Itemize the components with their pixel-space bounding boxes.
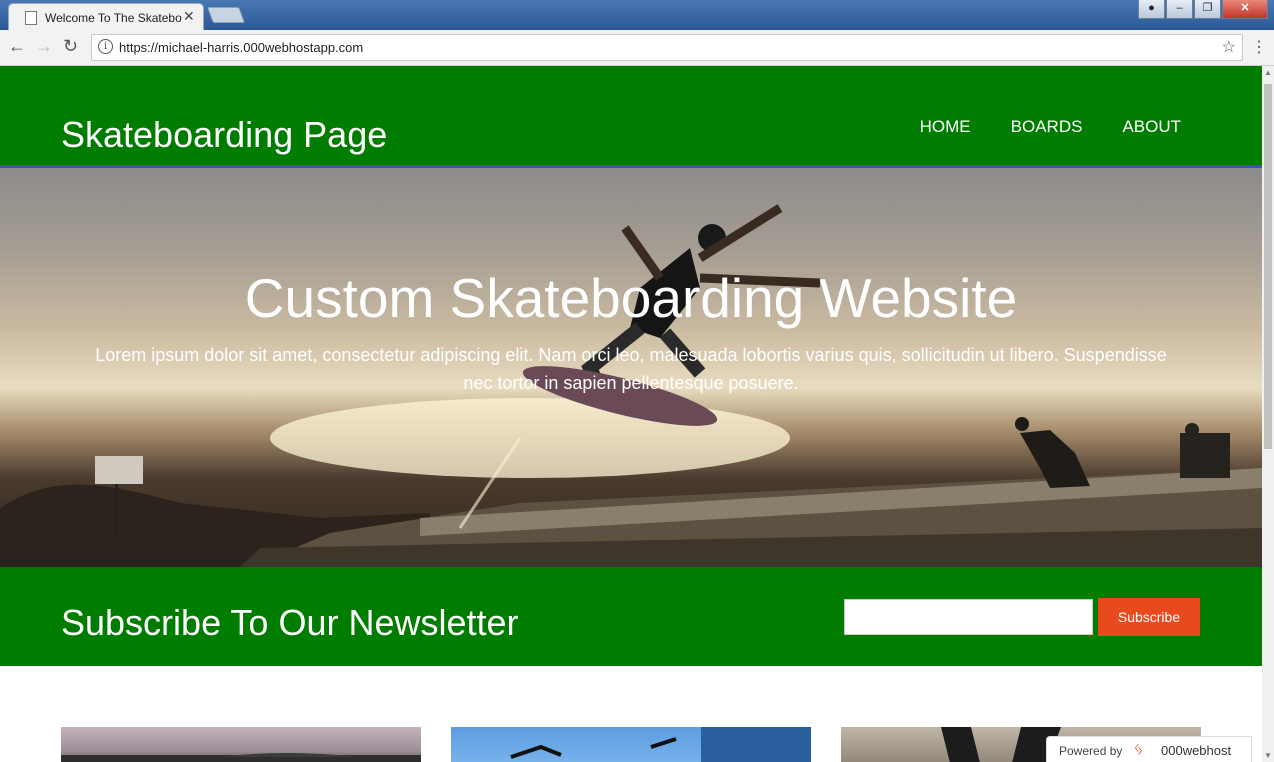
hero-title: Custom Skateboarding Website [244, 267, 1018, 329]
maximize-button[interactable]: ❐ [1194, 0, 1221, 19]
bookmark-star-icon[interactable]: ☆ [1222, 37, 1236, 57]
scroll-up-icon[interactable]: ▲ [1264, 68, 1272, 77]
browser-tabstrip: Welcome To The Skatebo ✕ ● – ❐ ✕ [0, 0, 1274, 31]
close-window-button[interactable]: ✕ [1222, 0, 1268, 19]
browser-toolbar: ← → ↻ i https://michael-harris.000webhos… [0, 30, 1274, 66]
forward-arrow-icon[interactable]: → [35, 36, 53, 57]
page-scrollbar[interactable]: ▲ ▼ [1262, 66, 1274, 762]
board-image-2[interactable] [451, 727, 811, 762]
user-icon[interactable]: ● [1138, 0, 1165, 19]
menu-icon[interactable]: ⋮ [1251, 37, 1267, 57]
scrollbar-thumb[interactable] [1264, 84, 1272, 449]
close-tab-icon[interactable]: ✕ [183, 8, 195, 25]
hero-section: Custom Skateboarding Website Lorem ipsum… [0, 168, 1262, 567]
newsletter-email-input[interactable] [844, 599, 1093, 635]
url-text: https://michael-harris.000webhostapp.com [119, 40, 364, 55]
main-nav: HOME BOARDS ABOUT [920, 117, 1181, 137]
address-bar[interactable]: i https://michael-harris.000webhostapp.c… [91, 34, 1243, 61]
new-tab-button[interactable] [207, 7, 245, 23]
powered-by-badge[interactable]: Powered by ᛃ 000webhost [1046, 736, 1252, 762]
window-controls: ● – ❐ ✕ [1138, 0, 1268, 19]
subscribe-button[interactable]: Subscribe [1098, 598, 1200, 636]
minimize-button[interactable]: – [1166, 0, 1193, 19]
powered-by-label: Powered by [1059, 744, 1123, 758]
scroll-down-icon[interactable]: ▼ [1264, 751, 1272, 760]
site-header: Skateboarding Page HOME BOARDS ABOUT [0, 66, 1262, 168]
back-arrow-icon[interactable]: ← [8, 36, 26, 57]
nav-about-link[interactable]: ABOUT [1122, 117, 1181, 137]
board-image-1[interactable] [61, 727, 421, 762]
reload-icon[interactable]: ↻ [63, 36, 78, 57]
nav-home-link[interactable]: HOME [920, 117, 971, 137]
browser-tab[interactable]: Welcome To The Skatebo ✕ [8, 3, 204, 31]
nav-boards-link[interactable]: BOARDS [1011, 117, 1083, 137]
host-logo-icon: ᛃ [1133, 739, 1144, 759]
hero-text: Lorem ipsum dolor sit amet, consectetur … [95, 345, 1167, 393]
page-icon [25, 11, 37, 25]
page-viewport: Skateboarding Page HOME BOARDS ABOUT Cus… [0, 66, 1262, 762]
newsletter-title: Subscribe To Our Newsletter [61, 602, 519, 643]
tab-title: Welcome To The Skatebo [45, 11, 182, 25]
info-icon[interactable]: i [98, 39, 113, 54]
site-brand[interactable]: Skateboarding Page [61, 114, 387, 156]
newsletter-section: Subscribe To Our Newsletter Subscribe [0, 567, 1262, 666]
host-brand-name: 000webhost [1161, 743, 1232, 758]
